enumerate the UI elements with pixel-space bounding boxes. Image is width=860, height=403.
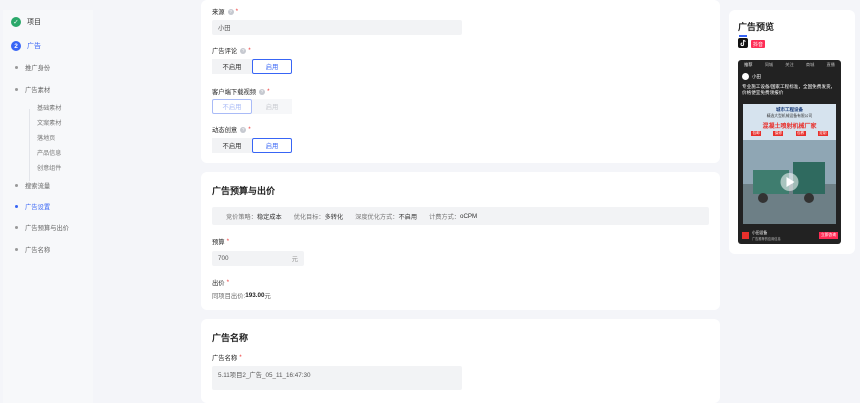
phone-headline: 专业施工设备/国家工程标准，全国免费发货，价格便宜免费领报价: [742, 84, 836, 95]
step-number-badge: 2: [11, 41, 21, 51]
step-project[interactable]: ✓ 项目: [11, 17, 41, 27]
account-avatar: [742, 73, 749, 80]
account-name: 小田: [752, 73, 761, 79]
name-section-title: 广告名称: [212, 333, 249, 343]
phone-tab: 关注: [785, 62, 794, 67]
phone-tab: 推荐: [744, 62, 753, 67]
nav-sub-landing[interactable]: 落地页: [37, 133, 55, 142]
nav-label: 推广身份: [25, 65, 51, 72]
goal-label: 优化目标：: [293, 213, 325, 221]
source-input[interactable]: 小田: [212, 20, 462, 35]
budget-card: 广告预算与出价 竞价策略： 稳定成本 优化目标： 多转化 深度优化方式： 不启用 计费…: [201, 172, 720, 310]
strategy-label: 竞价策略：: [226, 213, 257, 221]
preview-title: 广告预览: [738, 22, 775, 32]
source-label: 来源? *: [212, 8, 239, 16]
phone-tab: 同城: [764, 62, 774, 67]
step-ad[interactable]: 2 广告: [11, 41, 41, 51]
poster-tags: 包邮 保修 包教 定制: [751, 131, 828, 136]
bid-info: 同项目出价: 193.00 元: [212, 292, 271, 300]
help-icon: ?: [259, 88, 266, 95]
ad-preview-panel: 广告预览 抖音 推荐 同城 关注 商城 直播 小田 专业施工设备/国家工程标准，…: [729, 10, 855, 254]
nav-item-settings[interactable]: 广告设置: [15, 202, 50, 211]
budget-value: 700: [218, 255, 229, 262]
nav-sub-basic[interactable]: 基础素材: [37, 103, 61, 112]
nav-item-search[interactable]: 搜索流量: [15, 181, 50, 190]
step-project-label: 项目: [27, 19, 41, 26]
deep-opt-label: 深度优化方式：: [355, 213, 399, 221]
phone-tab: 直播: [826, 62, 835, 67]
bid-label: 出价 *: [212, 279, 230, 287]
check-icon: ✓: [11, 17, 21, 27]
step-ad-label: 广告: [27, 43, 41, 50]
ad-name-card: 广告名称 广告名称 * 5.11项目2_广告_05_11_16:47:30: [201, 319, 720, 403]
billing-value: oCPM: [460, 212, 478, 220]
phone-tabs: 推荐 同城 关注 商城 直播: [738, 62, 841, 70]
machinery-photo: [743, 140, 836, 224]
poster-top-text: 城市工程设备: [776, 107, 803, 112]
steps-panel: ✓ 项目 2 广告 推广身份 广告素材 基础素材 文案素材 落地页 产品信息 创…: [3, 10, 93, 403]
poster-tag: 包教: [795, 131, 806, 136]
nav-sub-copy[interactable]: 文案素材: [37, 118, 61, 127]
bid-strategy-summary: 竞价策略： 稳定成本 优化目标： 多转化 深度优化方式： 不启用 计费方式： oCPM: [212, 207, 709, 225]
dynamic-creative-toggle[interactable]: 不启用 启用: [212, 138, 292, 153]
bottom-desc: 广告推荐的应用信息: [752, 236, 781, 241]
download-video-label: 客户端下载视频? *: [212, 88, 270, 96]
download-on-option[interactable]: 启用: [252, 99, 292, 114]
budget-section-title: 广告预算与出价: [212, 186, 276, 196]
nav-item-creative[interactable]: 广告素材: [15, 85, 50, 94]
bottom-cta-button[interactable]: 立即咨询: [818, 232, 838, 239]
download-video-toggle[interactable]: 不启用 启用: [212, 99, 292, 114]
nav-label: 广告预算与出价: [25, 225, 70, 232]
ad-poster: 城市工程设备 精选大型机械设备有限公司 混凝土喷射机械厂家 包邮 保修 包教 定…: [743, 104, 836, 224]
bid-value: 193.00: [245, 292, 265, 299]
tiktok-logo-icon: [738, 38, 748, 48]
phone-tab: 商城: [805, 62, 815, 67]
phone-account: 小田: [742, 73, 761, 80]
goal-value: 多转化: [324, 213, 344, 221]
nav-sub-component[interactable]: 创意组件: [37, 163, 61, 172]
platform-badge: 抖音: [751, 40, 766, 48]
budget-input[interactable]: 700 元: [212, 251, 304, 266]
comment-on-option[interactable]: 启用: [252, 59, 292, 74]
ad-settings-card: 来源? * 小田 广告评论? * 不启用 启用 客户端下载视频? * 不启用 启用 动…: [201, 0, 720, 163]
phone-preview: 推荐 同城 关注 商城 直播 小田 专业施工设备/国家工程标准，全国免费发货，价…: [738, 60, 841, 244]
download-off-option[interactable]: 不启用: [212, 99, 252, 114]
budget-unit: 元: [291, 256, 298, 263]
ad-name-label: 广告名称 *: [212, 354, 242, 362]
help-icon: ?: [240, 47, 247, 54]
tree-divider: [29, 109, 30, 181]
nav-label: 广告素材: [25, 87, 51, 94]
nav-sub-product[interactable]: 产品信息: [37, 148, 61, 157]
nav-item-budget[interactable]: 广告预算与出价: [15, 223, 69, 232]
comment-off-option[interactable]: 不启用: [212, 59, 252, 74]
help-icon: ?: [227, 8, 234, 15]
nav-label: 广告名称: [25, 247, 51, 254]
nav-item-name[interactable]: 广告名称: [15, 245, 50, 254]
comment-toggle[interactable]: 不启用 启用: [212, 59, 292, 74]
poster-main-text: 混凝土喷射机械厂家: [762, 124, 817, 130]
poster-tag: 保修: [773, 131, 784, 136]
ad-name-input[interactable]: 5.11项目2_广告_05_11_16:47:30: [212, 366, 462, 390]
dynamic-creative-label: 动态创意? *: [212, 126, 251, 134]
nav-label: 广告设置: [25, 204, 51, 211]
deep-opt-value: 不启用: [398, 213, 418, 221]
preview-title-underline: [739, 35, 747, 37]
nav-item-identity[interactable]: 推广身份: [15, 63, 50, 72]
dynamic-off-option[interactable]: 不启用: [212, 138, 252, 153]
billing-label: 计费方式：: [429, 213, 460, 221]
app-icon: [742, 232, 749, 239]
nav-label: 搜索流量: [25, 183, 51, 190]
poster-tag: 定制: [817, 131, 828, 136]
comment-label: 广告评论? *: [212, 47, 251, 55]
strategy-value: 稳定成本: [256, 213, 282, 221]
budget-label: 预算 *: [212, 238, 230, 246]
poster-tag: 包邮: [751, 131, 762, 136]
help-icon: ?: [240, 126, 247, 133]
phone-bottom-bar: 小田设备 广告推荐的应用信息 立即咨询: [742, 230, 838, 241]
poster-sub-text: 精选大型机械设备有限公司: [766, 114, 813, 118]
dynamic-on-option[interactable]: 启用: [252, 138, 292, 153]
